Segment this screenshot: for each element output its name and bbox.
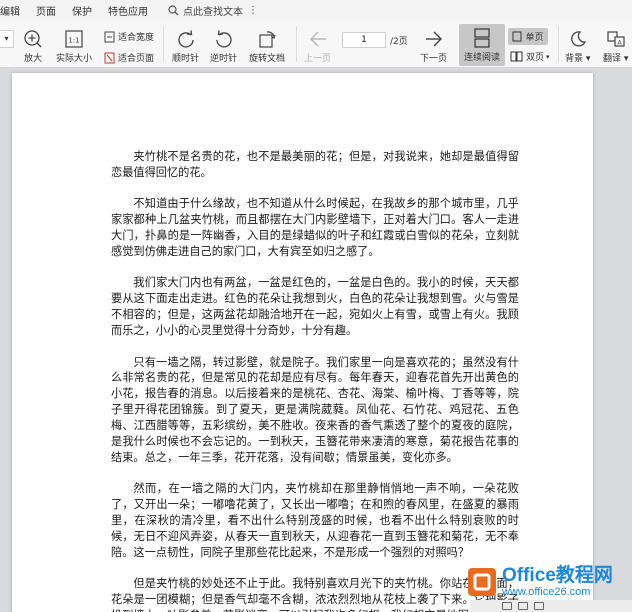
paragraph: 我们家大门内也有两盆，一盆是红色的，一盆是白色的。我小的时候，天天都要从这下面走… bbox=[111, 276, 519, 338]
page-total: /2页 bbox=[390, 37, 408, 47]
previous-page-label: 上一页 bbox=[304, 54, 332, 64]
rotate-clockwise-button[interactable]: 顺时针 bbox=[172, 29, 199, 64]
arrow-right-icon bbox=[425, 31, 442, 47]
arrow-left-icon bbox=[309, 31, 326, 47]
double-page-icon bbox=[510, 51, 523, 62]
document-page: 夹竹桃不是名贵的花，也不是最美丽的花；但是，对我说来，她却是最值得留恋最值得回忆… bbox=[12, 73, 593, 612]
toolbar-separator bbox=[296, 26, 297, 62]
background-label: 背景 ▾ bbox=[565, 54, 591, 64]
zoom-dropdown-edge[interactable]: ▾ bbox=[0, 30, 14, 48]
document-body: 夹竹桃不是名贵的花，也不是最美丽的花；但是，对我说来，她却是最值得留恋最值得回忆… bbox=[111, 149, 519, 612]
paragraph: 然而，在一墙之隔的大门内，夹竹桃却在那里静悄悄地一声不响，一朵花败了，又开出一朵… bbox=[111, 482, 519, 560]
toolbar: ▾ 放大 1:1 实际大小 适合宽度 适合页面 顺时针 逆时针 旋转文档 上一页… bbox=[0, 20, 632, 68]
translate-icon: A bbox=[607, 31, 625, 47]
page-number-input[interactable] bbox=[342, 32, 386, 48]
chevron-down-icon: ▾ bbox=[546, 52, 550, 61]
fit-page-label: 适合页面 bbox=[118, 54, 155, 64]
previous-page-button[interactable]: 上一页 bbox=[304, 29, 331, 64]
watermark: Office教程网 www.office26.com bbox=[468, 560, 632, 604]
paragraph: 只有一墙之隔，转过影壁，就是院子。我们家里一向是喜欢花的；虽然没有什么非常名贵的… bbox=[111, 355, 519, 464]
paragraph: 但是夹竹桃的妙处还不止于此。我特别喜欢月光下的夹竹桃。你站在它下面，花朵是一团模… bbox=[111, 577, 519, 612]
menu-protect[interactable]: 保护 bbox=[64, 3, 100, 18]
rotate-counterclockwise-button[interactable]: 逆时针 bbox=[210, 29, 237, 64]
continuous-reading-button[interactable]: 连续阅读 bbox=[459, 24, 505, 66]
fit-width-icon bbox=[104, 31, 115, 42]
single-page-icon bbox=[512, 31, 522, 42]
continuous-reading-icon bbox=[474, 28, 490, 48]
zoom-in-button[interactable]: 放大 bbox=[23, 29, 43, 64]
fit-page-button[interactable]: 适合页面 bbox=[104, 51, 154, 64]
find-text-search[interactable]: 点此查找文本 ⋮ bbox=[168, 3, 258, 18]
watermark-title: Office教程网 bbox=[502, 565, 613, 586]
fit-page-icon bbox=[104, 52, 115, 63]
actual-size-label: 实际大小 bbox=[56, 54, 93, 64]
zoom-in-label: 放大 bbox=[23, 54, 42, 64]
menu-page[interactable]: 页面 bbox=[28, 3, 64, 18]
rotate-counterclockwise-icon bbox=[215, 30, 232, 48]
rotate-document-label: 旋转文档 bbox=[249, 54, 286, 64]
toolbar-separator bbox=[558, 26, 559, 62]
svg-text:1:1: 1:1 bbox=[68, 37, 79, 45]
translate-button[interactable]: A 翻译 ▾ bbox=[603, 29, 628, 64]
translate-label: 翻译 ▾ bbox=[603, 54, 629, 64]
next-page-button[interactable]: 下一页 bbox=[420, 29, 447, 64]
continuous-reading-label: 连续阅读 bbox=[463, 53, 500, 63]
rotate-clockwise-icon bbox=[177, 30, 194, 48]
single-page-label: 单页 bbox=[525, 33, 544, 43]
watermark-url: www.office26.com bbox=[502, 586, 591, 598]
menu-features[interactable]: 特色应用 bbox=[100, 3, 156, 18]
paragraph: 不知道由于什么缘故，也不知道从什么时候起，在我故乡的那个城市里，几乎家家都种上几… bbox=[111, 197, 519, 259]
toolbar-separator bbox=[163, 26, 164, 62]
next-page-label: 下一页 bbox=[420, 54, 448, 64]
search-icon bbox=[168, 4, 179, 15]
fit-width-label: 适合宽度 bbox=[118, 33, 155, 43]
rotate-clockwise-label: 顺时针 bbox=[172, 54, 200, 64]
actual-size-button[interactable]: 1:1 实际大小 bbox=[56, 29, 92, 64]
moon-icon bbox=[570, 31, 586, 47]
rotate-document-icon bbox=[259, 31, 276, 48]
office-logo-icon bbox=[468, 568, 496, 596]
double-page-button[interactable]: 双页 ▾ bbox=[510, 50, 550, 63]
rotate-counterclockwise-label: 逆时针 bbox=[210, 54, 238, 64]
fit-width-button[interactable]: 适合宽度 bbox=[104, 30, 154, 43]
menubar: 编辑 页面 保护 特色应用 点此查找文本 ⋮ bbox=[0, 0, 632, 20]
more-options-icon[interactable]: ⋮ bbox=[248, 5, 258, 16]
zoom-in-icon bbox=[24, 30, 42, 48]
rotate-document-button[interactable]: 旋转文档 bbox=[249, 29, 285, 64]
background-button[interactable]: 背景 ▾ bbox=[565, 29, 590, 64]
menu-edit[interactable]: 编辑 bbox=[0, 3, 28, 18]
document-viewport[interactable]: 夹竹桃不是名贵的花，也不是最美丽的花；但是，对我说来，她却是最值得留恋最值得回忆… bbox=[0, 69, 632, 612]
actual-size-icon: 1:1 bbox=[65, 30, 83, 48]
double-page-label: 双页 bbox=[526, 53, 545, 63]
search-label: 点此查找文本 bbox=[183, 6, 243, 18]
paragraph: 夹竹桃不是名贵的花，也不是最美丽的花；但是，对我说来，她却是最值得留恋最值得回忆… bbox=[111, 150, 519, 179]
single-page-button[interactable]: 单页 bbox=[508, 28, 548, 45]
